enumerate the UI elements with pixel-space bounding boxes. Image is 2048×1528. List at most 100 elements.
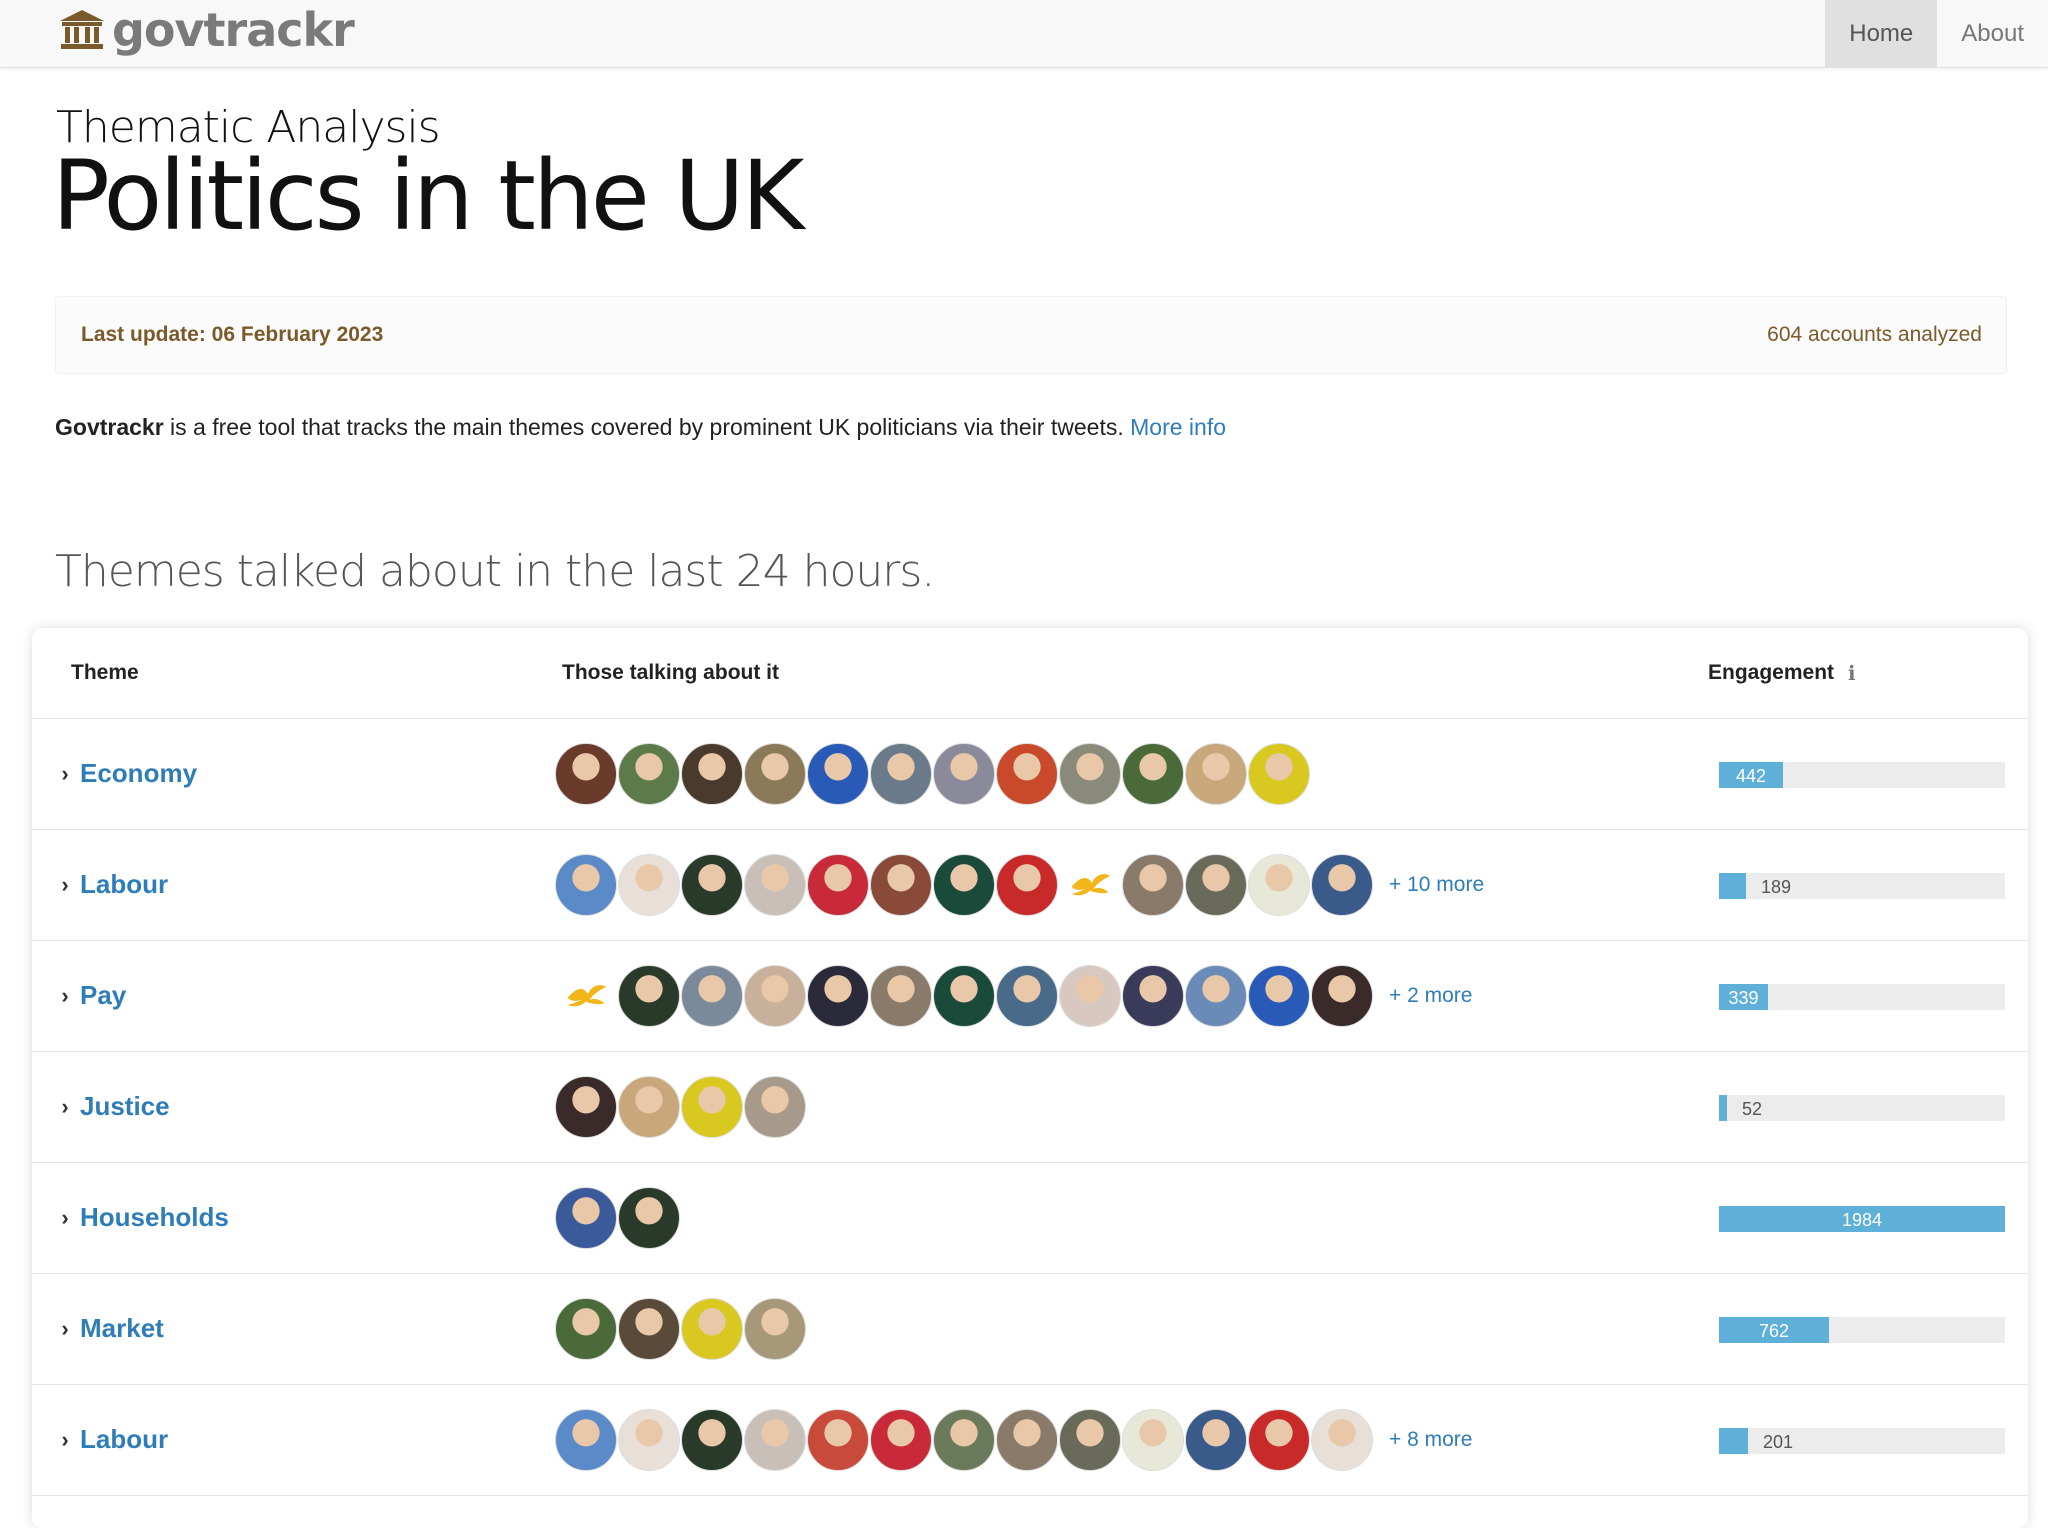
avatar[interactable] [1248, 964, 1310, 1027]
theme-label: Labour [80, 869, 169, 899]
avatar[interactable] [681, 964, 743, 1027]
avatar[interactable] [744, 1408, 806, 1471]
avatar[interactable] [1122, 853, 1184, 916]
lib-dem-bird-icon[interactable] [555, 965, 617, 1027]
theme-label: Pay [80, 980, 127, 1010]
avatar[interactable] [681, 1297, 743, 1360]
avatar[interactable] [870, 853, 932, 916]
avatar[interactable] [1248, 1408, 1310, 1471]
avatar[interactable] [555, 1186, 617, 1249]
avatar[interactable] [1185, 1408, 1247, 1471]
avatar[interactable] [744, 1075, 806, 1138]
avatar[interactable] [996, 1408, 1058, 1471]
avatar[interactable] [1122, 1408, 1184, 1471]
avatar[interactable] [744, 853, 806, 916]
avatar[interactable] [870, 742, 932, 805]
chevron-right-icon: › [61, 1204, 69, 1230]
avatar[interactable] [744, 964, 806, 1027]
avatar[interactable] [1059, 742, 1121, 805]
avatar[interactable] [1311, 853, 1373, 916]
avatar[interactable] [681, 1075, 743, 1138]
engagement-value: 442 [1735, 766, 1767, 786]
avatar[interactable] [933, 964, 995, 1027]
theme-toggle[interactable]: › Justice [54, 1051, 169, 1162]
nav-about[interactable]: About [1937, 0, 2048, 67]
avatar[interactable] [807, 742, 869, 805]
theme-toggle[interactable]: › Labour [54, 829, 168, 940]
theme-toggle[interactable]: › Households [54, 1162, 228, 1273]
engagement-bar: 762 [1719, 1317, 2005, 1343]
more-people-link[interactable]: + 10 more [1389, 873, 1484, 897]
chevron-right-icon: › [61, 982, 69, 1008]
header-theme: Theme [71, 628, 139, 718]
avatar[interactable] [870, 1408, 932, 1471]
avatar[interactable] [1311, 1408, 1373, 1471]
avatar[interactable] [618, 1297, 680, 1360]
avatar[interactable] [681, 853, 743, 916]
avatar[interactable] [618, 964, 680, 1027]
avatar[interactable] [555, 1075, 617, 1138]
info-icon[interactable]: ℹ [1848, 661, 1856, 686]
avatar[interactable] [1185, 853, 1247, 916]
theme-label: Market [80, 1313, 164, 1343]
avatar[interactable] [996, 853, 1058, 916]
avatar[interactable] [618, 1408, 680, 1471]
avatar[interactable] [618, 1075, 680, 1138]
avatar[interactable] [555, 853, 617, 916]
avatar[interactable] [1122, 964, 1184, 1027]
engagement-value: 201 [1763, 1432, 1794, 1452]
brand-name: govtrackr [112, 3, 355, 57]
theme-toggle[interactable]: › Labour [54, 1384, 168, 1495]
avatar[interactable] [807, 853, 869, 916]
engagement-bar: 52 [1719, 1095, 2005, 1121]
avatar[interactable] [933, 1408, 995, 1471]
brand[interactable]: govtrackr [58, 2, 355, 58]
avatar[interactable] [744, 1297, 806, 1360]
themes-table: Theme Those talking about it Engagement … [32, 628, 2028, 1528]
avatar[interactable] [1122, 742, 1184, 805]
theme-label: Labour [80, 1424, 169, 1454]
avatar[interactable] [555, 742, 617, 805]
avatar[interactable] [681, 742, 743, 805]
nav-home[interactable]: Home [1825, 0, 1938, 67]
avatar[interactable] [618, 1186, 680, 1249]
last-update: Last update: 06 February 2023 [81, 323, 384, 346]
table-row: › Labour + 10 more 189 [32, 829, 2028, 941]
people-avatars: + 8 more [555, 1384, 1472, 1495]
avatar[interactable] [1059, 964, 1121, 1027]
avatar[interactable] [618, 853, 680, 916]
avatar[interactable] [555, 1297, 617, 1360]
engagement-value: 52 [1742, 1099, 1763, 1119]
avatar[interactable] [681, 1408, 743, 1471]
more-people-link[interactable]: + 2 more [1389, 984, 1472, 1008]
avatar[interactable] [933, 853, 995, 916]
avatar[interactable] [1248, 853, 1310, 916]
avatar[interactable] [1248, 742, 1310, 805]
engagement-bar: 189 [1719, 873, 2005, 899]
lib-dem-bird-icon[interactable] [1059, 854, 1121, 916]
avatar[interactable] [1059, 1408, 1121, 1471]
engagement-bar-fill [1719, 1095, 1727, 1121]
page-title: Politics in the UK [52, 140, 804, 252]
avatar[interactable] [1311, 964, 1373, 1027]
avatar[interactable] [1185, 742, 1247, 805]
avatar[interactable] [555, 1408, 617, 1471]
chevron-right-icon: › [61, 1093, 69, 1119]
avatar[interactable] [744, 742, 806, 805]
theme-toggle[interactable]: › Economy [54, 718, 197, 829]
avatar[interactable] [1185, 964, 1247, 1027]
avatar[interactable] [933, 742, 995, 805]
theme-toggle[interactable]: › Market [54, 1273, 164, 1384]
more-people-link[interactable]: + 8 more [1389, 1428, 1472, 1452]
avatar[interactable] [807, 964, 869, 1027]
chevron-right-icon: › [61, 1315, 69, 1341]
avatar[interactable] [996, 964, 1058, 1027]
theme-toggle[interactable]: › Pay [54, 940, 126, 1051]
avatar[interactable] [618, 742, 680, 805]
avatar[interactable] [870, 964, 932, 1027]
chevron-right-icon: › [61, 871, 69, 897]
avatar[interactable] [996, 742, 1058, 805]
avatar[interactable] [807, 1408, 869, 1471]
more-info-link[interactable]: More info [1130, 414, 1226, 440]
nav-links: Home About [1825, 0, 2048, 67]
